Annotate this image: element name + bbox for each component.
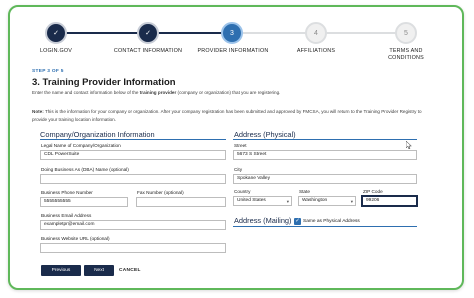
mailing-address-heading: Address (Mailing): [234, 216, 292, 225]
note-label: Note:: [32, 109, 44, 114]
mailing-address-rule: [233, 226, 417, 227]
country-select[interactable]: United States ▾: [233, 196, 292, 206]
step-4-number: 4: [305, 22, 327, 44]
step-4-label: AFFILIATIONS: [296, 48, 336, 54]
step-5-label-line2: CONDITIONS: [388, 55, 424, 61]
step-count: STEP 3 OF 5: [32, 69, 64, 74]
step-5-label: TERMS AND CONDITIONS: [370, 48, 442, 62]
chevron-down-icon: ▾: [350, 199, 353, 204]
phone-input[interactable]: 5555555555: [40, 197, 128, 207]
step-connector: [56, 32, 148, 34]
legal-name-input[interactable]: CDL PowerSuite: [40, 150, 226, 160]
dba-label: Doing Business As (DBA) Name (optional): [41, 167, 129, 172]
email-input[interactable]: exampletpr@email.com: [40, 220, 226, 230]
phone-label: Business Phone Number: [41, 190, 93, 195]
company-section-rule: [40, 139, 226, 140]
dba-input[interactable]: [40, 174, 226, 184]
fax-input[interactable]: [136, 197, 226, 207]
fax-label: Fax Number (optional): [137, 190, 184, 195]
progress-stepper: ✓ LOGIN.GOV ✓ CONTACT INFORMATION 3 PROV…: [10, 7, 462, 69]
country-value: United States: [237, 198, 266, 203]
mouse-cursor-icon: [406, 141, 412, 149]
step-3-number: 3: [221, 22, 243, 44]
street-input[interactable]: 5673 S Street: [233, 150, 417, 160]
step-1-check-icon: ✓: [45, 22, 67, 44]
state-label: State: [299, 189, 310, 194]
step-2-label: CONTACT INFORMATION: [113, 48, 183, 54]
next-button[interactable]: Next: [84, 265, 114, 276]
step-2-check-icon: ✓: [137, 22, 159, 44]
company-section-heading: Company/Organization Information: [40, 130, 155, 139]
cancel-button[interactable]: CANCEL: [119, 268, 141, 273]
street-label: Street: [234, 143, 247, 148]
zip-label: ZIP Code: [363, 189, 383, 194]
intro-post: (company or organization) that you are r…: [176, 90, 281, 95]
intro-pre: Enter the name and contact information b…: [32, 90, 140, 95]
website-input[interactable]: [40, 243, 226, 253]
step-connector: [148, 32, 232, 34]
country-label: Country: [234, 189, 251, 194]
previous-button[interactable]: Previous: [41, 265, 81, 276]
step-connector: [316, 32, 406, 34]
step-1-label: LOGIN.GOV: [39, 48, 73, 54]
state-select[interactable]: Washington ▾: [298, 196, 356, 206]
step-connector: [232, 32, 316, 34]
physical-address-heading: Address (Physical): [234, 130, 296, 139]
same-as-physical-label: Same as Physical Address: [303, 219, 360, 224]
chevron-down-icon: ▾: [286, 199, 289, 204]
legal-name-label: Legal Name of Company/Organization: [41, 143, 121, 148]
email-label: Business Email Address: [41, 213, 92, 218]
intro-bold: training provider: [139, 90, 177, 95]
state-value: Washington: [302, 198, 328, 203]
note-body: This is the information for your company…: [32, 109, 422, 122]
step-3-label: PROVIDER INFORMATION: [197, 48, 269, 54]
note-text: Note: This is the information for your c…: [32, 108, 432, 123]
city-label: City: [234, 167, 243, 172]
same-as-physical-checkbox[interactable]: ✓: [294, 218, 301, 225]
city-input[interactable]: Spokane Valley: [233, 174, 417, 184]
step-5-label-line1: TERMS AND: [389, 48, 423, 54]
zip-input[interactable]: 99206: [362, 196, 417, 206]
page-title: 3. Training Provider Information: [32, 77, 176, 88]
website-label: Business Website URL (optional): [41, 236, 110, 241]
step-5-number: 5: [395, 22, 417, 44]
physical-address-rule: [233, 139, 417, 140]
intro-text: Enter the name and contact information b…: [32, 90, 432, 95]
